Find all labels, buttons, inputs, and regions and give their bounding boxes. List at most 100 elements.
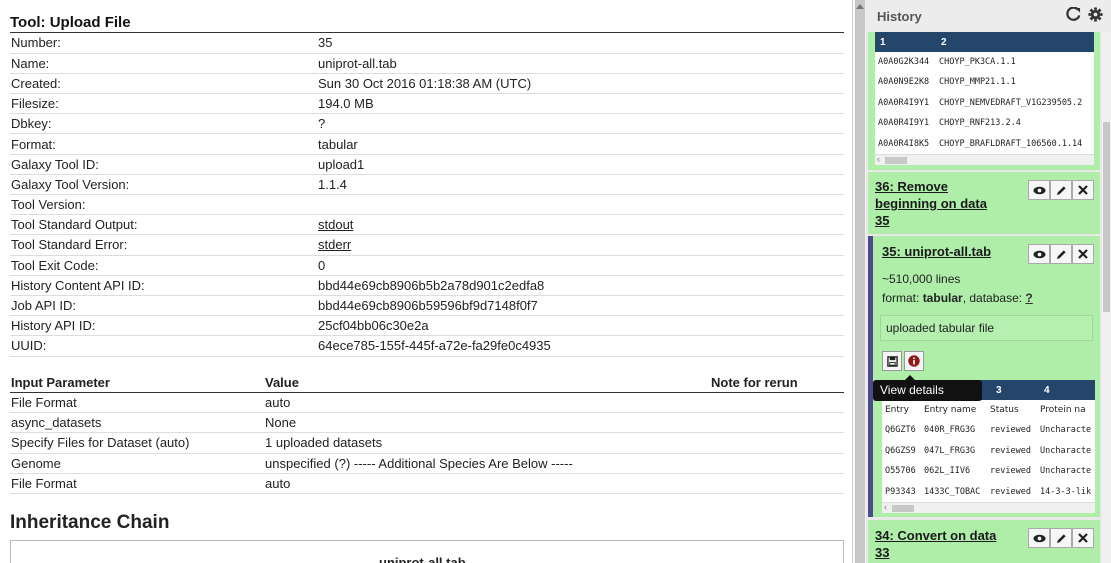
pencil-icon[interactable] <box>1050 180 1072 200</box>
param-header: Input Parameter <box>10 372 264 393</box>
peek-cell: 062L_IIV6 <box>924 466 971 477</box>
peek-row: P93343 1433C_TOBAC reviewed 14-3-3-lik <box>882 482 1095 502</box>
center-scrollbar[interactable] <box>854 0 866 563</box>
param-row: File Format auto <box>10 473 844 494</box>
history-scrollbar-thumb[interactable] <box>1103 122 1110 312</box>
dataset-peek: 1 2 A0A0G2K344 CHOYP_PK3CA.1.1 A0A0N9E2K8 C… <box>875 32 1094 165</box>
param-note <box>710 432 844 454</box>
info-row: History Content API ID: bbd44e69cb8906b5b… <box>10 275 844 296</box>
dataset-format: tabular <box>922 291 963 305</box>
history-scrollbar[interactable] <box>1102 32 1111 563</box>
peek-scrollbar[interactable]: ‹ <box>875 154 1094 165</box>
history-item-35[interactable]: 35: uniprot-all.tab ~510,000 lines forma… <box>868 236 1100 517</box>
info-key: History Content API ID: <box>10 275 317 296</box>
view-details-tooltip: View details <box>873 375 982 401</box>
center-scrollbar-thumb[interactable] <box>855 0 865 563</box>
info-value: uniprot-all.tab <box>317 53 844 74</box>
peek-row: Q6GZS9 047L_FRG3G reviewed Uncharacte <box>882 441 1095 461</box>
info-row: Number: 35 <box>10 33 844 54</box>
peek-cell: A0A0G2K344 <box>878 57 930 67</box>
peek-scrollbar[interactable]: ‹ <box>882 502 1095 513</box>
info-key: Galaxy Tool ID: <box>10 154 317 175</box>
history-item-34[interactable]: 34: Convert on data 33 <box>868 520 1100 563</box>
info-row: Created: Sun 30 Oct 2016 01:18:38 AM (UTC… <box>10 73 844 95</box>
info-value: 194.0 MB <box>317 93 844 115</box>
param-row: Genome unspecified (?) ----- Additional S… <box>10 453 844 474</box>
peek-cell: A0A0R4I9Y1 <box>878 97 930 108</box>
peek-cell: Q6GZS9 <box>885 445 916 456</box>
info-row: UUID: 64ece785-155f-445f-a72e-fa29fe0c493… <box>10 335 844 357</box>
peek-row: Q6GZT6 040R_FRG3G reviewed Uncharacte <box>882 420 1095 440</box>
param-name: async_datasets <box>10 412 264 434</box>
peek-cell: reviewed <box>990 486 1031 497</box>
gear-icon[interactable] <box>1088 7 1103 26</box>
peek-cell: CHOYP_BRAFLDRAFT_106560.1.14 <box>939 138 1083 149</box>
input-parameters-table: Input Parameter Value Note for rerun Fil… <box>10 372 844 494</box>
peek-cell: Uncharacte <box>1040 445 1092 456</box>
refresh-icon[interactable] <box>1065 6 1085 26</box>
info-key: Tool Standard Output: <box>10 214 317 236</box>
info-value[interactable]: stderr <box>317 234 844 256</box>
param-value: None <box>264 412 710 434</box>
peek-cell: CHOYP_RNF213.2.4 <box>939 118 1021 129</box>
info-value: 0 <box>317 255 844 276</box>
inheritance-chain-heading: Inheritance Chain <box>10 512 170 533</box>
peek-cell: Uncharacte <box>1040 466 1092 477</box>
param-name: Genome <box>10 453 264 474</box>
info-icon[interactable] <box>904 351 924 371</box>
pencil-icon[interactable] <box>1050 528 1072 548</box>
param-name: File Format <box>10 473 264 494</box>
peek-row: O55706 062L_IIV6 reviewed Uncharacte <box>882 461 1095 481</box>
info-key: Number: <box>10 33 317 54</box>
peek-cell: CHOYP_MMP21.1.1 <box>939 77 1016 88</box>
param-row: File Format auto <box>10 392 844 414</box>
scroll-up-arrow-icon[interactable] <box>856 4 864 9</box>
peek-cell: 14-3-3-lik <box>1040 486 1092 497</box>
peek-row: A0A0N9E2K8 CHOYP_MMP21.1.1 <box>875 72 1094 92</box>
info-row: Filesize: 194.0 MB <box>10 93 844 115</box>
peek-col-header: 3 <box>996 385 1002 396</box>
info-key: Tool Standard Error: <box>10 234 317 256</box>
peek-cell: reviewed <box>990 466 1031 477</box>
info-row: Name: uniprot-all.tab <box>10 53 844 74</box>
dataset-database-link[interactable]: ? <box>1025 291 1032 305</box>
dataset-title[interactable]: 35: uniprot-all.tab <box>882 243 991 260</box>
delete-x-icon[interactable] <box>1072 528 1094 548</box>
peek-col-header: 1 <box>880 37 886 48</box>
info-key: Format: <box>10 133 317 155</box>
dataset-info-table: Number: 35 Name: uniprot-all.tab Created: Sun… <box>10 33 844 357</box>
info-value <box>317 194 844 216</box>
info-key: Dbkey: <box>10 113 317 135</box>
info-value: ? <box>317 113 844 135</box>
dataset-title[interactable]: 36: Remove beginning on data 35 <box>875 178 987 229</box>
pencil-icon[interactable] <box>1050 244 1072 264</box>
peek-cell: CHOYP_PK3CA.1.1 <box>939 57 1016 67</box>
save-disk-icon[interactable] <box>882 351 902 371</box>
eye-icon[interactable] <box>1028 244 1050 264</box>
eye-icon[interactable] <box>1028 528 1050 548</box>
info-value: 25cf04bb06c30e2a <box>317 315 844 337</box>
info-row: Galaxy Tool ID: upload1 <box>10 154 844 175</box>
eye-icon[interactable] <box>1028 180 1050 200</box>
info-key: Job API ID: <box>10 295 317 317</box>
history-item-36[interactable]: 36: Remove beginning on data 35 <box>868 172 1100 234</box>
info-value[interactable]: stdout <box>317 214 844 236</box>
center-panel: Tool: Upload File Number: 35 Name: uniprot-… <box>0 0 853 563</box>
dataset-info: uploaded tabular file <box>880 315 1093 341</box>
peek-cell: CHOYP_NEMVEDRAFT_V1G239505.2 <box>939 97 1083 108</box>
delete-x-icon[interactable] <box>1072 180 1094 200</box>
param-name: Specify Files for Dataset (auto) <box>10 432 264 454</box>
info-value: upload1 <box>317 154 844 175</box>
param-value: auto <box>264 473 710 494</box>
param-note <box>710 392 844 414</box>
peek-cell: 047L_FRG3G <box>924 445 976 456</box>
param-value: auto <box>264 392 710 414</box>
info-row: Format: tabular <box>10 133 844 155</box>
info-row: Tool Standard Error: stderr <box>10 234 844 256</box>
delete-x-icon[interactable] <box>1072 244 1094 264</box>
history-header: History <box>866 0 1111 32</box>
info-key: Tool Version: <box>10 194 317 216</box>
info-row: History API ID: 25cf04bb06c30e2a <box>10 315 844 337</box>
dataset-title[interactable]: 34: Convert on data 33 <box>875 527 996 561</box>
info-value: tabular <box>317 133 844 155</box>
